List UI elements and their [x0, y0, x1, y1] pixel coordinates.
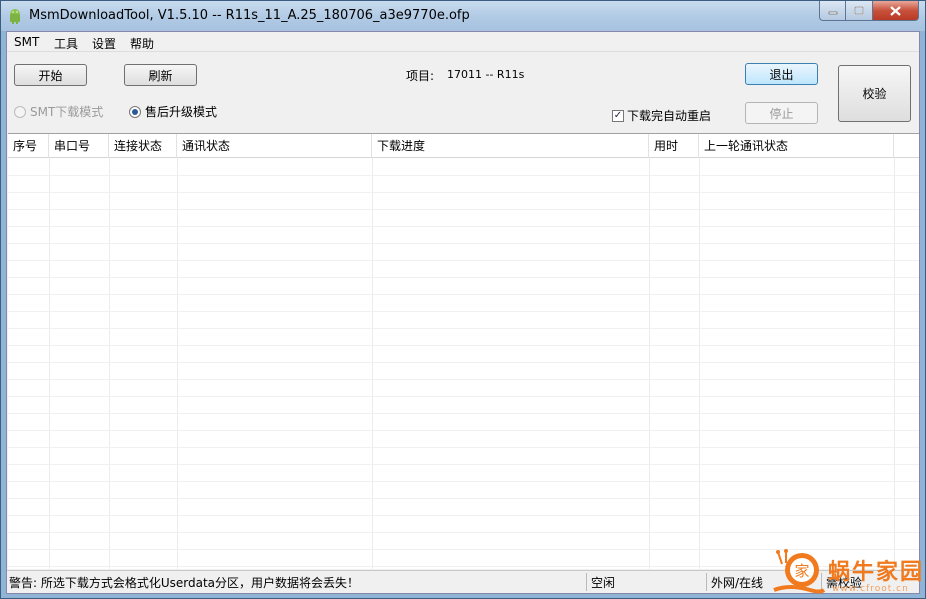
grid-row-line: [8, 277, 919, 278]
column-header-comm[interactable]: 通讯状态: [177, 134, 372, 158]
stop-button[interactable]: 停止: [745, 102, 818, 124]
grid-column-line: [649, 158, 650, 569]
title-bar[interactable]: MsmDownloadTool, V1.5.10 -- R11s_11_A.25…: [1, 1, 925, 31]
mode-aftersale-radio[interactable]: 售后升级模式: [129, 103, 217, 120]
grid-row-line: [8, 345, 919, 346]
auto-reboot-checkbox[interactable]: ✓ 下载完自动重启: [612, 107, 711, 124]
grid-column-line: [699, 158, 700, 569]
grid-row-line: [8, 294, 919, 295]
device-table[interactable]: 序号 串口号 连接状态 通讯状态 下载进度 用时 上一轮通讯状态: [8, 133, 919, 569]
close-button[interactable]: [873, 1, 919, 21]
status-divider: [706, 573, 707, 591]
column-header-progress[interactable]: 下载进度: [372, 134, 649, 158]
mode-smt-label: SMT下载模式: [30, 105, 104, 119]
grid-row-line: [8, 379, 919, 380]
app-window: MsmDownloadTool, V1.5.10 -- R11s_11_A.25…: [0, 0, 926, 599]
watermark-url: www.cfroot.cn: [832, 584, 909, 594]
verify-button[interactable]: 校验: [838, 65, 911, 122]
column-header-last-comm[interactable]: 上一轮通讯状态: [699, 134, 894, 158]
status-network: 外网/在线: [711, 576, 764, 590]
watermark-text: 蜗牛家园: [828, 559, 925, 585]
column-header-connection[interactable]: 连接状态: [109, 134, 177, 158]
maximize-button[interactable]: [846, 1, 873, 21]
grid-row-line: [8, 413, 919, 414]
mode-aftersale-label: 售后升级模式: [145, 105, 218, 119]
column-header-index[interactable]: 序号: [8, 134, 49, 158]
auto-reboot-label: 下载完自动重启: [627, 109, 712, 123]
menu-smt[interactable]: SMT: [14, 35, 39, 49]
radio-indicator-selected: [129, 105, 141, 118]
menu-settings[interactable]: 设置: [92, 35, 116, 52]
mode-smt-radio[interactable]: SMT下载模式: [14, 103, 103, 120]
radio-indicator: [14, 105, 26, 118]
grid-row-line: [8, 362, 919, 363]
grid-row-line: [8, 464, 919, 465]
grid-row-line: [8, 532, 919, 533]
grid-row-line: [8, 447, 919, 448]
grid-row-line: [8, 328, 919, 329]
minimize-icon: [828, 11, 837, 14]
project-value: 17011 -- R11s: [447, 68, 525, 81]
window-controls: [819, 1, 919, 21]
snail-logo-icon: 家: [773, 549, 826, 594]
grid-column-line: [372, 158, 373, 569]
grid-row-line: [8, 481, 919, 482]
app-android-icon: [10, 9, 20, 24]
maximize-icon: [854, 6, 864, 15]
grid-row-line: [8, 243, 919, 244]
watermark: 家 蜗牛家园 www.cfroot.cn: [770, 548, 926, 599]
grid-column-line: [109, 158, 110, 569]
grid-row-line: [8, 311, 919, 312]
grid-row-line: [8, 515, 919, 516]
checkmark-icon: ✓: [612, 109, 624, 122]
menu-tools[interactable]: 工具: [54, 35, 78, 52]
grid-row-line: [8, 192, 919, 193]
exit-button[interactable]: 退出: [745, 63, 818, 85]
watermark-logo-char: 家: [794, 562, 809, 580]
grid-row-line: [8, 498, 919, 499]
grid-row-line: [8, 175, 919, 176]
minimize-button[interactable]: [819, 1, 846, 21]
start-button[interactable]: 开始: [14, 64, 87, 86]
menu-help[interactable]: 帮助: [130, 35, 154, 52]
client-area: SMT 工具 设置 帮助 开始 刷新 项目: 17011 -- R11s 退出 …: [6, 31, 920, 594]
column-header-port[interactable]: 串口号: [49, 134, 109, 158]
grid-row-line: [8, 430, 919, 431]
refresh-button[interactable]: 刷新: [124, 64, 197, 86]
window-title: MsmDownloadTool, V1.5.10 -- R11s_11_A.25…: [29, 8, 470, 23]
status-warning: 警告: 所选下载方式会格式化Userdata分区，用户数据将会丢失！: [9, 576, 360, 590]
grid-column-line: [177, 158, 178, 569]
status-state: 空闲: [591, 576, 616, 590]
grid-row-line: [8, 260, 919, 261]
grid-row-line: [8, 209, 919, 210]
grid-column-line: [894, 158, 895, 569]
column-header-time[interactable]: 用时: [649, 134, 699, 158]
project-label: 项目:: [406, 69, 435, 83]
grid-column-line: [49, 158, 50, 569]
status-divider: [586, 573, 587, 591]
table-header: 序号 串口号 连接状态 通讯状态 下载进度 用时 上一轮通讯状态: [8, 134, 919, 158]
grid-row-line: [8, 226, 919, 227]
menu-bar: SMT 工具 设置 帮助: [7, 32, 919, 52]
close-icon: [890, 5, 901, 16]
grid-row-line: [8, 396, 919, 397]
